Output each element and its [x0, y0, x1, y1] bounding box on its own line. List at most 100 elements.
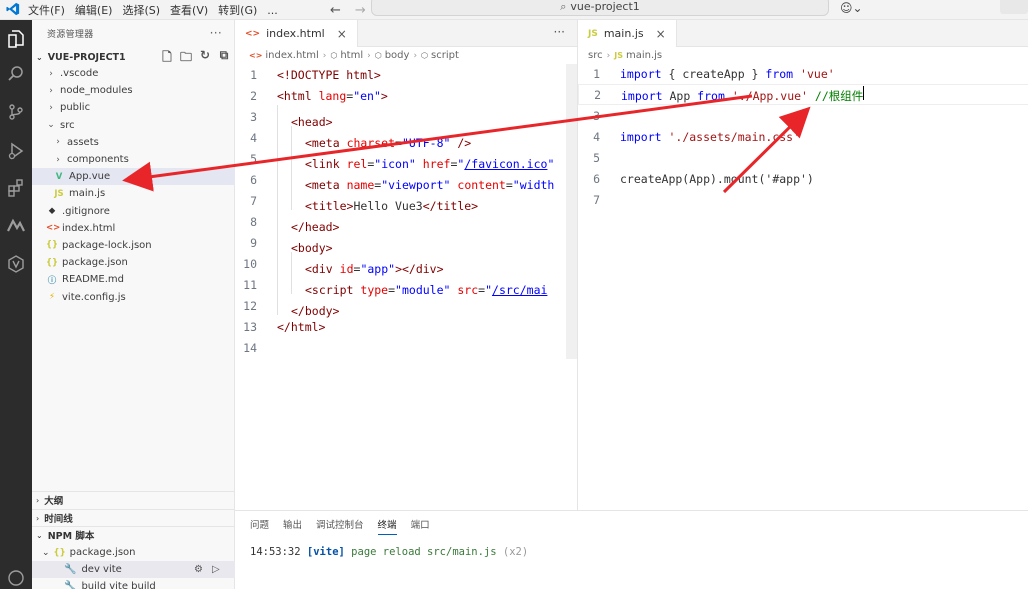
- chevron-down-icon: ⌄: [42, 547, 50, 558]
- html-file-icon: <>: [245, 28, 261, 39]
- code-line: 5: [578, 147, 1028, 168]
- run-debug-icon[interactable]: [4, 139, 28, 163]
- npm-package-label: package.json: [69, 547, 136, 558]
- line-number: 2: [594, 87, 601, 102]
- tree-file[interactable]: V App.vue: [32, 168, 235, 186]
- bottom-panel: 问题 输出 调试控制台 终端 端口 14:53:32 [vite] page r…: [235, 510, 1028, 589]
- editor-more-button[interactable]: ···: [554, 25, 565, 39]
- tree-file[interactable]: <> index.html: [32, 220, 235, 237]
- menu-bar: 文件(F) 编辑(E) 选择(S) 查看(V) 转到(G) ...: [28, 0, 288, 20]
- copilot-icon[interactable]: ☺⌄: [840, 1, 863, 15]
- code-token: </title>: [422, 198, 479, 213]
- npm-scripts-section[interactable]: ⌄ NPM 脚本: [32, 526, 235, 543]
- line-number: 6: [593, 171, 600, 186]
- code-token: <html: [277, 88, 312, 103]
- explorer-more-button[interactable]: ···: [210, 26, 222, 40]
- extensions-icon[interactable]: [4, 176, 28, 200]
- tree-folder[interactable]: ⌄ src: [32, 117, 235, 134]
- breadcrumb-item[interactable]: html: [340, 50, 363, 61]
- panel-tab-ports[interactable]: 端口: [411, 517, 430, 535]
- close-icon[interactable]: ×: [656, 27, 666, 41]
- debug-script-icon[interactable]: ⚙: [194, 564, 203, 575]
- source-control-icon[interactable]: [4, 100, 28, 124]
- npm-script-build[interactable]: 🔧 build vite build: [32, 578, 235, 589]
- panel-tab-output[interactable]: 输出: [283, 517, 302, 535]
- search-view-icon[interactable]: [4, 62, 28, 86]
- breadcrumb-item[interactable]: main.js: [626, 50, 662, 61]
- menu-file[interactable]: 文件(F): [28, 2, 65, 18]
- code-line: 8 </head>: [235, 209, 554, 234]
- remote-explorer-icon[interactable]: [4, 214, 28, 238]
- code-token: </html>: [277, 319, 326, 334]
- terminal-tag: [vite]: [306, 546, 345, 558]
- tab-main-js[interactable]: JS main.js ×: [578, 20, 677, 47]
- window-control[interactable]: [1000, 0, 1028, 14]
- tree-folder[interactable]: › node_modules: [32, 82, 235, 99]
- breadcrumb: <> index.html › ⬡ html › ⬡ body › ⬡ scri…: [235, 47, 577, 64]
- menu-more[interactable]: ...: [267, 4, 278, 17]
- tree-file[interactable]: ◆ .gitignore: [32, 203, 235, 220]
- vue-tools-icon[interactable]: [4, 252, 28, 276]
- accounts-icon[interactable]: [4, 566, 28, 589]
- menu-view[interactable]: 查看(V): [170, 2, 208, 18]
- code-token: from: [765, 66, 794, 81]
- chevron-down-icon: ⌄: [47, 120, 55, 131]
- line-number: 5: [250, 151, 257, 166]
- panel-tab-debug-console[interactable]: 调试控制台: [316, 517, 364, 535]
- breadcrumb: src › JS main.js: [578, 47, 1028, 64]
- tree-folder[interactable]: › public: [32, 99, 235, 116]
- code-token: src: [457, 282, 479, 297]
- outline-section[interactable]: › 大纲: [32, 491, 235, 508]
- tree-folder[interactable]: › assets: [32, 134, 235, 151]
- breadcrumb-item[interactable]: index.html: [265, 50, 318, 61]
- json-file-icon: {}: [46, 257, 59, 268]
- tree-file[interactable]: JS main.js: [32, 185, 235, 202]
- tree-file[interactable]: ⓘ README.md: [32, 271, 235, 288]
- vertical-scrollbar[interactable]: [566, 64, 577, 359]
- code-token: </body>: [291, 303, 340, 318]
- tree-file[interactable]: {} package.json: [32, 254, 235, 271]
- forward-arrow-icon[interactable]: →: [355, 3, 366, 18]
- editor-group-2: JS main.js × src › JS main.js 1 import { …: [577, 20, 1028, 510]
- code-token: "width: [512, 177, 555, 192]
- terminal-message: page reload src/main.js: [351, 546, 497, 558]
- tree-item-label: .gitignore: [62, 205, 110, 217]
- code-token: import: [620, 129, 662, 144]
- tree-file[interactable]: {} package-lock.json: [32, 237, 235, 254]
- close-icon[interactable]: ×: [337, 27, 347, 41]
- back-arrow-icon[interactable]: ←: [330, 3, 341, 18]
- tree-item-label: package-lock.json: [62, 239, 152, 251]
- panel-tab-terminal[interactable]: 终端: [377, 517, 397, 535]
- breadcrumb-item[interactable]: src: [588, 50, 603, 61]
- code-token: Hello Vue3: [353, 198, 423, 213]
- timeline-section[interactable]: › 时间线: [32, 509, 235, 526]
- code-editor-index-html[interactable]: 1 <!DOCTYPE html> 2 <html lang="en"> 3 <hea…: [235, 64, 554, 358]
- tree-item-label: src: [60, 119, 75, 131]
- project-folder-header[interactable]: ⌄ VUE-PROJECT1 🗋 🗀 ↻ ⧉: [32, 48, 235, 66]
- tree-folder[interactable]: › .vscode: [32, 65, 235, 82]
- code-line: 12 </body>: [235, 293, 554, 318]
- command-center-search[interactable]: ⌕ vue-project1: [371, 0, 829, 16]
- menu-edit[interactable]: 编辑(E): [75, 2, 113, 18]
- npm-script-dev[interactable]: 🔧 dev vite ⚙ ▷: [32, 561, 235, 578]
- terminal-output[interactable]: 14:53:32 [vite] page reload src/main.js …: [250, 546, 528, 558]
- menu-go[interactable]: 转到(G): [218, 2, 257, 18]
- terminal-time: 14:53:32: [250, 546, 301, 558]
- line-number: 10: [243, 256, 257, 271]
- npm-package-item[interactable]: ⌄ {} package.json: [32, 544, 235, 561]
- tree-folder[interactable]: › components: [32, 151, 235, 168]
- tree-item-label: App.vue: [69, 171, 111, 183]
- tree-file[interactable]: ⚡ vite.config.js: [32, 288, 235, 305]
- explorer-icon[interactable]: [4, 27, 28, 51]
- panel-tab-problems[interactable]: 问题: [250, 517, 269, 535]
- chevron-right-icon: ›: [413, 50, 418, 61]
- chevron-right-icon: ›: [322, 50, 327, 61]
- menu-selection[interactable]: 选择(S): [122, 2, 160, 18]
- code-editor-main-js[interactable]: 1 import { createApp } from 'vue' 2 import…: [578, 63, 1028, 210]
- breadcrumb-item[interactable]: body: [385, 50, 410, 61]
- code-line: 13 </html>: [235, 316, 554, 337]
- run-script-icon[interactable]: ▷: [212, 564, 220, 575]
- breadcrumb-item[interactable]: script: [431, 50, 459, 61]
- tab-index-html[interactable]: <> index.html ×: [235, 20, 358, 47]
- npm-script-dev-label: dev vite: [81, 564, 122, 575]
